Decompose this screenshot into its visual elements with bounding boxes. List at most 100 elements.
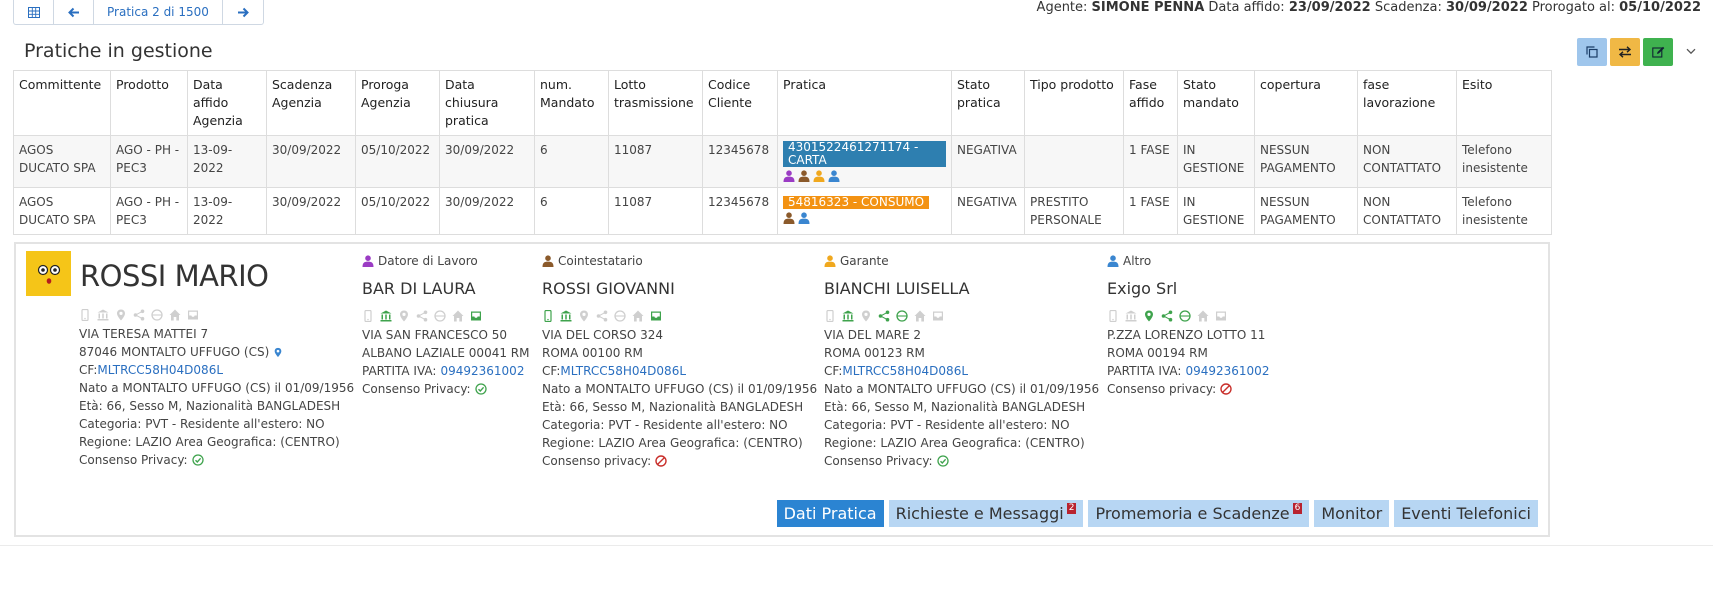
tab-eventi-telefonici[interactable]: Eventi Telefonici bbox=[1394, 500, 1538, 527]
user-icon[interactable] bbox=[813, 170, 825, 182]
map-pin-icon[interactable] bbox=[860, 310, 872, 322]
column-header[interactable]: Stato pratica bbox=[951, 70, 1025, 136]
map-pin-icon[interactable] bbox=[1143, 310, 1155, 322]
column-header[interactable]: Prodotto bbox=[110, 70, 188, 136]
phone-icon[interactable] bbox=[362, 310, 374, 322]
home-icon[interactable] bbox=[169, 309, 181, 321]
user-icon[interactable] bbox=[783, 212, 795, 224]
home-icon[interactable] bbox=[632, 310, 644, 322]
column-header[interactable]: copertura bbox=[1254, 70, 1358, 136]
column-header[interactable]: Fase affido bbox=[1123, 70, 1178, 136]
column-header[interactable]: Tipo prodotto bbox=[1024, 70, 1124, 136]
altro-address: P.ZZA LORENZO LOTTO 11 bbox=[1107, 328, 1266, 342]
phone-icon[interactable] bbox=[1107, 310, 1119, 322]
garante-cf-row: CF:MLTRCC58H04D086L bbox=[824, 362, 1099, 380]
home-icon[interactable] bbox=[914, 310, 926, 322]
swap-button[interactable] bbox=[1610, 38, 1640, 66]
bank-icon[interactable] bbox=[97, 309, 109, 321]
column-header[interactable]: Pratica bbox=[777, 70, 952, 136]
role-row: Cointestatario bbox=[542, 253, 817, 269]
column-header[interactable]: Scadenza Agenzia bbox=[266, 70, 356, 136]
inbox-icon[interactable] bbox=[187, 309, 199, 321]
globe-icon[interactable] bbox=[1179, 310, 1191, 322]
share-icon[interactable] bbox=[596, 310, 608, 322]
home-icon[interactable] bbox=[452, 310, 464, 322]
next-button[interactable] bbox=[223, 0, 263, 24]
debtor-city: 87046 MONTALTO UFFUGO (CS) bbox=[79, 345, 270, 359]
map-pin-icon[interactable] bbox=[115, 309, 127, 321]
column-header[interactable]: Data affido Agenzia bbox=[187, 70, 267, 136]
map-pin-icon[interactable] bbox=[273, 347, 283, 358]
globe-icon[interactable] bbox=[151, 309, 163, 321]
bank-icon[interactable] bbox=[380, 310, 392, 322]
role-row: Altro bbox=[1107, 253, 1269, 269]
tab-label: Monitor bbox=[1321, 504, 1383, 523]
globe-icon[interactable] bbox=[434, 310, 446, 322]
phone-icon[interactable] bbox=[79, 309, 91, 321]
face-icon bbox=[37, 264, 60, 284]
user-icon[interactable] bbox=[798, 170, 810, 182]
user-icon[interactable] bbox=[783, 170, 795, 182]
bank-icon[interactable] bbox=[1125, 310, 1137, 322]
tab-label: Dati Pratica bbox=[783, 504, 877, 523]
share-icon[interactable] bbox=[1161, 310, 1173, 322]
column-header[interactable]: num. Mandato bbox=[534, 70, 609, 136]
phone-icon[interactable] bbox=[542, 310, 554, 322]
piva-link[interactable]: 09492361002 bbox=[1185, 362, 1269, 380]
table-view-button[interactable] bbox=[14, 0, 54, 24]
privacy-label: Consenso Privacy: bbox=[824, 454, 933, 468]
column-header[interactable]: Proroga Agenzia bbox=[355, 70, 440, 136]
share-icon[interactable] bbox=[878, 310, 890, 322]
column-header[interactable]: Stato mandato bbox=[1177, 70, 1255, 136]
cointestatario-card: Cointestatario ROSSI GIOVANNI VIA DEL CO… bbox=[542, 253, 817, 470]
inbox-icon[interactable] bbox=[650, 310, 662, 322]
cell-data-affido: 13-09-2022 bbox=[187, 187, 267, 235]
share-icon[interactable] bbox=[133, 309, 145, 321]
tab-dati-pratica[interactable]: Dati Pratica bbox=[776, 500, 884, 527]
cf-link[interactable]: MLTRCC58H04D086L bbox=[842, 364, 968, 378]
cf-link[interactable]: MLTRCC58H04D086L bbox=[97, 363, 223, 377]
cell-committente: AGOS DUCATO SPA bbox=[13, 135, 111, 188]
share-icon[interactable] bbox=[416, 310, 428, 322]
datore-lines: VIA SAN FRANCESCO 50 ALBANO LAZIALE 0004… bbox=[362, 326, 529, 398]
tab-promemoria-scadenze[interactable]: Promemoria e Scadenze 6 bbox=[1088, 500, 1310, 527]
column-header[interactable]: fase lavorazione bbox=[1357, 70, 1457, 136]
column-header[interactable]: Data chiusura pratica bbox=[439, 70, 535, 136]
inbox-icon[interactable] bbox=[932, 310, 944, 322]
tab-richieste-messaggi[interactable]: Richieste e Messaggi 2 bbox=[888, 500, 1084, 527]
edit-button[interactable] bbox=[1643, 38, 1673, 66]
inbox-icon[interactable] bbox=[470, 310, 482, 322]
pratica-tag[interactable]: 54816323 - CONSUMO bbox=[783, 196, 930, 209]
cointestatario-city: ROMA 00100 RM bbox=[542, 346, 643, 360]
column-header[interactable]: Lotto trasmissione bbox=[608, 70, 703, 136]
globe-icon[interactable] bbox=[614, 310, 626, 322]
cf-link[interactable]: MLTRCC58H04D086L bbox=[560, 364, 686, 378]
user-icon[interactable] bbox=[798, 212, 810, 224]
home-icon[interactable] bbox=[1197, 310, 1209, 322]
bank-icon[interactable] bbox=[560, 310, 572, 322]
inbox-icon[interactable] bbox=[1215, 310, 1227, 322]
affido-label: Data affido: bbox=[1208, 0, 1285, 15]
globe-icon[interactable] bbox=[896, 310, 908, 322]
column-header[interactable]: Committente bbox=[13, 70, 111, 136]
tab-monitor[interactable]: Monitor bbox=[1314, 500, 1390, 527]
table-row[interactable]: AGOS DUCATO SPA AGO - PH - PEC3 13-09-20… bbox=[13, 187, 1552, 235]
cell-tipo bbox=[1024, 135, 1124, 188]
column-header[interactable]: Esito bbox=[1456, 70, 1552, 136]
user-icon[interactable] bbox=[828, 170, 840, 182]
bank-icon[interactable] bbox=[842, 310, 854, 322]
phone-icon[interactable] bbox=[824, 310, 836, 322]
map-pin-icon[interactable] bbox=[398, 310, 410, 322]
map-pin-icon[interactable] bbox=[578, 310, 590, 322]
altro-piva-row: PARTITA IVA: 09492361002 bbox=[1107, 362, 1269, 380]
column-header[interactable]: Codice Cliente bbox=[702, 70, 778, 136]
check-circle-icon bbox=[475, 383, 487, 395]
cell-committente: AGOS DUCATO SPA bbox=[13, 187, 111, 235]
table-row[interactable]: AGOS DUCATO SPA AGO - PH - PEC3 13-09-20… bbox=[13, 135, 1552, 188]
cointestatario-categoria: Categoria: PVT - Residente all'estero: N… bbox=[542, 418, 788, 432]
piva-link[interactable]: 09492361002 bbox=[440, 362, 524, 380]
pratica-tag[interactable]: 4301522461271174 - CARTA bbox=[783, 141, 946, 167]
copy-button[interactable] bbox=[1577, 38, 1607, 66]
previous-button[interactable] bbox=[54, 0, 94, 24]
more-options-toggle[interactable] bbox=[1685, 44, 1697, 58]
